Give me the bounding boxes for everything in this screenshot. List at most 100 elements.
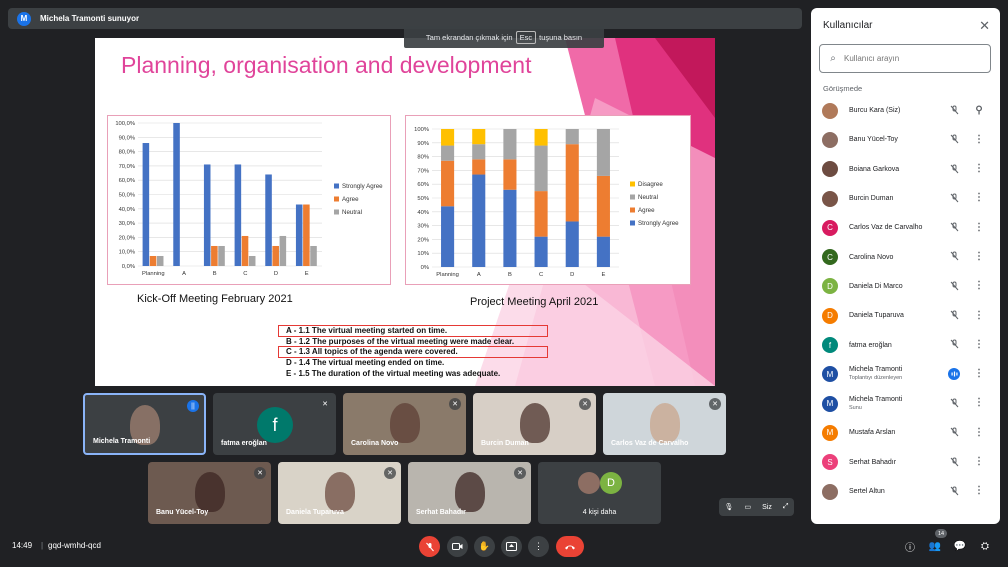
- bar: [596, 175, 610, 237]
- video-feed: [194, 472, 225, 512]
- participant-row[interactable]: C Carolina Novo ⋮: [811, 242, 1000, 271]
- y-tick-label: 100%: [414, 127, 429, 133]
- video-feed: [324, 472, 355, 512]
- people-icon[interactable]: 👥: [927, 538, 943, 554]
- y-tick-label: 50%: [417, 196, 429, 202]
- tile-burcin-duman[interactable]: ✕ Burcin Duman: [473, 393, 596, 455]
- mic-off-button[interactable]: [419, 536, 440, 557]
- bar: [241, 235, 249, 266]
- speaking-indicator-icon: [948, 367, 960, 380]
- tile-banu-yucel-toy[interactable]: ✕ Banu Yücel-Toy: [148, 462, 271, 524]
- tile-carlos-vaz-de-carvalho[interactable]: ✕ Carlos Vaz de Carvalho: [603, 393, 726, 455]
- question-d: D - 1.4 The virtual meeting ended on tim…: [286, 358, 445, 368]
- more-vert-icon[interactable]: ⋮: [974, 456, 984, 468]
- chat-icon[interactable]: 💬: [952, 538, 968, 554]
- more-vert-icon[interactable]: ⋮: [974, 368, 984, 380]
- participant-row[interactable]: f fatma eroğlan ⋮: [811, 330, 1000, 359]
- participant-row[interactable]: S Serhat Bahadır ⋮: [811, 448, 1000, 477]
- present-button[interactable]: [501, 536, 522, 557]
- tile-name: Carlos Vaz de Carvalho: [611, 440, 689, 447]
- mic-off-icon: ✕: [384, 467, 396, 479]
- participant-row[interactable]: M Michela Tramonti Sunu ⋮: [811, 389, 1000, 418]
- more-options-button[interactable]: ⋮: [528, 536, 549, 557]
- pin-icon[interactable]: ⚲: [974, 104, 984, 116]
- tile-michela-tramonti[interactable]: || Michela Tramonti: [83, 393, 206, 455]
- avatar: C: [822, 249, 838, 266]
- close-icon[interactable]: ✕: [979, 18, 990, 34]
- expand-icon[interactable]: ⤢: [783, 503, 789, 511]
- bar: [534, 236, 548, 267]
- more-vert-icon[interactable]: ⋮: [974, 192, 984, 204]
- legend-label: Neutral: [342, 209, 362, 216]
- more-vert-icon[interactable]: ⋮: [974, 485, 984, 497]
- y-tick-label: 70,0%: [119, 164, 135, 170]
- bar: [248, 255, 256, 266]
- participant-row[interactable]: D Daniela Tuparuva ⋮: [811, 301, 1000, 330]
- legend-label: Strongly Agree: [638, 220, 679, 227]
- hand-icon: ✋: [478, 541, 491, 551]
- tile-daniela-tuparuva[interactable]: ✕ Daniela Tuparuva: [278, 462, 401, 524]
- mic-off-icon: ✕: [254, 467, 266, 479]
- legend-swatch: [630, 181, 635, 187]
- more-vert-icon[interactable]: ⋮: [974, 250, 984, 262]
- participant-row[interactable]: Burcin Duman ⋮: [811, 184, 1000, 213]
- tile-carolina-novo[interactable]: ✕ Carolina Novo: [343, 393, 466, 455]
- info-icon[interactable]: ⓘ: [902, 538, 918, 554]
- tile-serhat-bahadir[interactable]: ✕ Serhat Bahadır: [408, 462, 531, 524]
- participant-row[interactable]: Boiana Garkova ⋮: [811, 155, 1000, 184]
- more-vert-icon[interactable]: ⋮: [974, 221, 984, 233]
- legend-swatch: [334, 209, 339, 215]
- more-vert-icon[interactable]: ⋮: [974, 133, 984, 145]
- panel-title: Kullanıcılar: [823, 20, 873, 31]
- leave-call-button[interactable]: [556, 536, 584, 557]
- search-icon: ⌕: [830, 53, 836, 64]
- participant-name: Burcu Kara (Siz): [849, 107, 901, 115]
- y-tick-label: 30%: [417, 224, 429, 230]
- x-tick-label: D: [274, 271, 278, 277]
- raise-hand-button[interactable]: ✋: [474, 536, 495, 557]
- mic-off-icon[interactable]: 🎙: [725, 503, 734, 511]
- x-tick-label: E: [305, 271, 309, 277]
- tile-name: Daniela Tuparuva: [286, 509, 344, 516]
- kickoff-caption: Kick-Off Meeting February 2021: [137, 293, 293, 305]
- bar: [472, 174, 486, 267]
- mic-off-icon: [948, 104, 960, 116]
- legend-label: Neutral: [638, 194, 658, 201]
- bar: [565, 221, 579, 267]
- more-vert-icon[interactable]: ⋮: [974, 280, 984, 292]
- participant-row[interactable]: Sertel Altun ⋮: [811, 477, 1000, 506]
- search-input[interactable]: [844, 54, 984, 63]
- more-vert-icon[interactable]: ⋮: [974, 309, 984, 321]
- project-meeting-caption: Project Meeting April 2021: [470, 296, 599, 308]
- tile-more-participants[interactable]: D 4 kişi daha: [538, 462, 661, 524]
- participant-row[interactable]: M Michela Tramonti Toplantıyı düzenleyen ⋮: [811, 360, 1000, 389]
- people-search[interactable]: ⌕: [819, 44, 991, 73]
- bar: [472, 129, 486, 145]
- mic-off-icon: [948, 426, 960, 438]
- question-e: E - 1.5 The duration of the virtual meet…: [286, 368, 501, 378]
- kickoff-chart: 0,0% 10,0% 20,0% 30,0% 40,0% 50,0% 60,0% 70,0% 8…: [107, 115, 391, 285]
- participant-row[interactable]: Banu Yücel-Toy ⋮: [811, 125, 1000, 154]
- participant-role: Toplantıyı düzenleyen: [849, 375, 903, 382]
- participant-row[interactable]: D Daniela Di Marco ⋮: [811, 272, 1000, 301]
- camera-button[interactable]: [447, 536, 468, 557]
- participant-name-block: Daniela Di Marco: [849, 282, 903, 291]
- more-vert-icon[interactable]: ⋮: [974, 426, 984, 438]
- fullscreen-tip-after: tuşuna basın: [539, 32, 583, 42]
- more-vert-icon[interactable]: ⋮: [974, 338, 984, 350]
- camera-icon[interactable]: ▭: [744, 503, 751, 511]
- more-vert-icon[interactable]: ⋮: [974, 163, 984, 175]
- bar: [203, 164, 211, 266]
- bar: [173, 123, 180, 266]
- participant-row[interactable]: C Carlos Vaz de Carvalho ⋮: [811, 213, 1000, 242]
- self-view-bar[interactable]: 🎙 ▭ Siz ⤢: [719, 498, 794, 516]
- more-vert-icon[interactable]: ⋮: [974, 397, 984, 409]
- clock: 14:49: [12, 541, 33, 550]
- participant-row[interactable]: Burcu Kara (Siz) ⚲: [811, 96, 1000, 125]
- avatar: [822, 161, 838, 178]
- tile-name: Serhat Bahadır: [416, 509, 466, 516]
- tile-fatma-eroglan[interactable]: f ✕ fatma eroğlan: [213, 393, 336, 455]
- activities-icon[interactable]: ⛭: [977, 538, 993, 554]
- participant-row[interactable]: M Mustafa Arslan ⋮: [811, 418, 1000, 447]
- more-vert-icon: ⋮: [534, 541, 543, 551]
